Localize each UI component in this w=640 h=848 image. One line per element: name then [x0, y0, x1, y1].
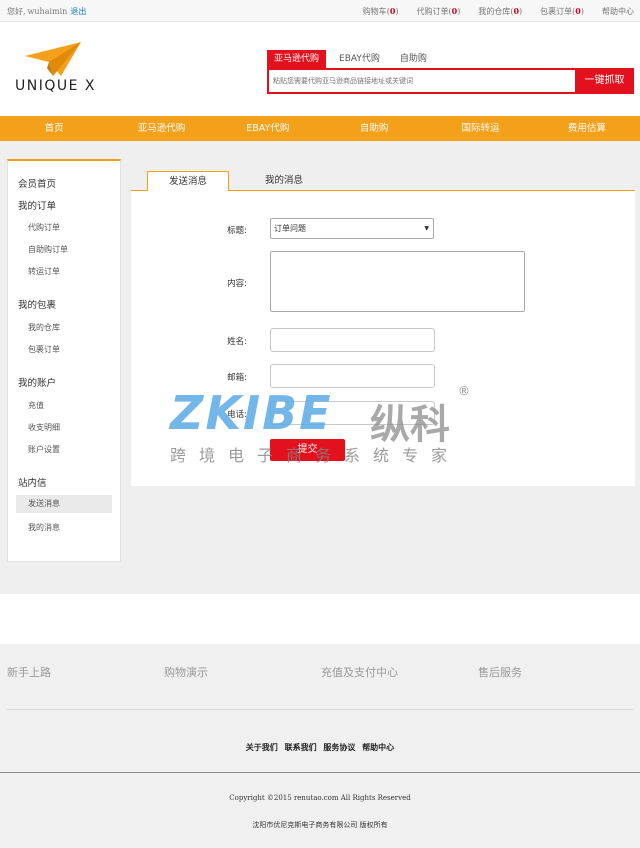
- footer-link-help[interactable]: 帮助中心: [362, 742, 394, 752]
- message-panel: 发送消息 我的消息 标题: 订单问题 ▼ 内容: 姓名: 邮箱: 电话: 提交: [131, 169, 635, 486]
- search-tab-self-purchase[interactable]: 自助购: [393, 50, 434, 68]
- footer-col-shopping-demo[interactable]: 购物演示: [164, 664, 208, 680]
- search-input[interactable]: [273, 74, 573, 88]
- sidebar-item-warehouse[interactable]: 我的仓库: [28, 322, 60, 333]
- sidebar-item-forwarding-orders[interactable]: 转运订单: [28, 266, 60, 277]
- footer-columns: 新手上路 购物演示 充值及支付中心 售后服务: [0, 664, 640, 680]
- name-field[interactable]: [270, 328, 435, 352]
- sidebar-item-parcel-orders[interactable]: 包裹订单: [28, 344, 60, 355]
- search-tab-amazon[interactable]: 亚马逊代购: [267, 50, 327, 68]
- email-field[interactable]: [270, 364, 435, 388]
- sidebar-heading-account: 我的账户: [18, 378, 57, 389]
- purchase-orders-link[interactable]: 代购订单(0): [417, 6, 461, 17]
- footer-col-beginners[interactable]: 新手上路: [7, 664, 51, 680]
- footer-divider: [7, 709, 633, 710]
- sidebar-item-send-message[interactable]: 发送消息: [16, 495, 112, 513]
- username: wuhaimin: [27, 7, 68, 16]
- copyright: Copyright ©2015 renutao.com All Rights R…: [229, 794, 411, 802]
- fetch-button[interactable]: 一键抓取: [575, 68, 634, 94]
- footer-link-contact[interactable]: 联系我们: [285, 742, 317, 752]
- sidebar-item-account-settings[interactable]: 账户设置: [28, 444, 60, 455]
- title-select-value: 订单问题: [274, 224, 306, 233]
- logo[interactable]: UNIQUE X: [13, 42, 103, 98]
- search-tab-ebay[interactable]: EBAY代购: [332, 50, 387, 68]
- top-bar: 您好, wuhaimin 退出 购物车(0) 代购订单(0) 我的仓库(0) 包裹订…: [0, 0, 640, 22]
- parcel-orders-link[interactable]: 包裹订单(0): [540, 6, 584, 17]
- sidebar-heading-messages: 站内信: [18, 478, 47, 489]
- sidebar-item-recharge[interactable]: 充值: [28, 400, 44, 411]
- sidebar-item-self-orders[interactable]: 自助购订单: [28, 244, 68, 255]
- footer-links: 关于我们 联系我们 服务协议 帮助中心: [0, 742, 640, 753]
- cart-link[interactable]: 购物车(0): [363, 6, 399, 17]
- sidebar-heading-orders: 我的订单: [18, 201, 57, 212]
- warehouse-count: 0: [513, 6, 520, 16]
- footer-col-payment-center[interactable]: 充值及支付中心: [321, 664, 398, 680]
- logout-link[interactable]: 退出: [70, 7, 86, 16]
- footer-link-agreement[interactable]: 服务协议: [323, 742, 355, 752]
- nav-cost-estimate[interactable]: 费用估算: [534, 116, 640, 141]
- purchase-orders-count: 0: [451, 6, 458, 16]
- nav-amazon[interactable]: 亚马逊代购: [108, 116, 214, 141]
- cart-link-label: 购物车: [362, 7, 387, 16]
- submit-button[interactable]: 提交: [270, 439, 345, 461]
- message-form: 标题: 订单问题 ▼ 内容: 姓名: 邮箱: 电话: 提交: [131, 191, 635, 486]
- logo-text: UNIQUE X: [15, 78, 97, 94]
- footer-link-about[interactable]: 关于我们: [246, 742, 278, 752]
- purchase-orders-label: 代购订单: [416, 7, 449, 16]
- main-nav: 首页 亚马逊代购 EBAY代购 自助购 国际转运 费用估算: [0, 116, 640, 141]
- sidebar-heading-parcels: 我的包裹: [18, 300, 57, 311]
- search-tabs: 亚马逊代购 EBAY代购 自助购: [267, 50, 440, 68]
- paper-plane-icon: [25, 42, 81, 76]
- parcel-orders-count: 0: [575, 6, 581, 16]
- sidebar-item-my-messages[interactable]: 我的消息: [28, 522, 60, 533]
- footer-divider-dark: [0, 772, 640, 773]
- tab-send-message[interactable]: 发送消息: [147, 171, 229, 192]
- sidebar-item-purchase-orders[interactable]: 代购订单: [28, 222, 60, 233]
- footer-col-after-sales[interactable]: 售后服务: [478, 664, 522, 680]
- title-label: 标题:: [227, 226, 247, 236]
- member-sidebar: 会员首页 我的订单 代购订单 自助购订单 转运订单 我的包裹 我的仓库 包裹订单…: [7, 159, 121, 562]
- nav-home[interactable]: 首页: [0, 116, 108, 141]
- warehouse-link[interactable]: 我的仓库(0): [478, 6, 522, 17]
- title-select[interactable]: 订单问题 ▼: [270, 218, 434, 239]
- help-center-link[interactable]: 帮助中心: [602, 6, 634, 17]
- footer: 新手上路 购物演示 充值及支付中心 售后服务 关于我们 联系我们 服务协议 帮助…: [0, 644, 640, 848]
- name-label: 姓名:: [227, 337, 247, 347]
- content-textarea[interactable]: [270, 251, 525, 312]
- nav-ebay[interactable]: EBAY代购: [215, 116, 321, 141]
- parcel-orders-label: 包裹订单: [540, 7, 573, 16]
- dropdown-arrow-icon: ▼: [424, 225, 429, 232]
- message-tabs: 发送消息 我的消息: [131, 169, 635, 192]
- nav-forwarding[interactable]: 国际转运: [427, 116, 533, 141]
- tab-my-messages[interactable]: 我的消息: [243, 171, 325, 191]
- sidebar-item-home[interactable]: 会员首页: [18, 176, 56, 190]
- company-name: 沈阳市优尼克斯电子商务有限公司 版权所有: [252, 821, 388, 829]
- greeting: 您好, wuhaimin 退出: [7, 6, 86, 17]
- email-label: 邮箱:: [227, 373, 247, 383]
- content-label: 内容:: [227, 279, 247, 289]
- phone-field[interactable]: [270, 401, 435, 425]
- search-box: 一键抓取: [267, 68, 634, 94]
- main-area: 会员首页 我的订单 代购订单 自助购订单 转运订单 我的包裹 我的仓库 包裹订单…: [0, 141, 640, 594]
- top-links: 购物车(0) 代购订单(0) 我的仓库(0) 包裹订单(0) 帮助中心: [363, 6, 634, 17]
- cart-count: 0: [389, 6, 396, 16]
- nav-self-purchase[interactable]: 自助购: [321, 116, 427, 141]
- greeting-text: 您好,: [7, 7, 26, 16]
- header: UNIQUE X 亚马逊代购 EBAY代购 自助购 一键抓取: [0, 22, 640, 116]
- phone-label: 电话:: [227, 410, 247, 420]
- sidebar-item-transactions[interactable]: 收支明细: [28, 422, 60, 433]
- warehouse-label: 我的仓库: [478, 7, 511, 16]
